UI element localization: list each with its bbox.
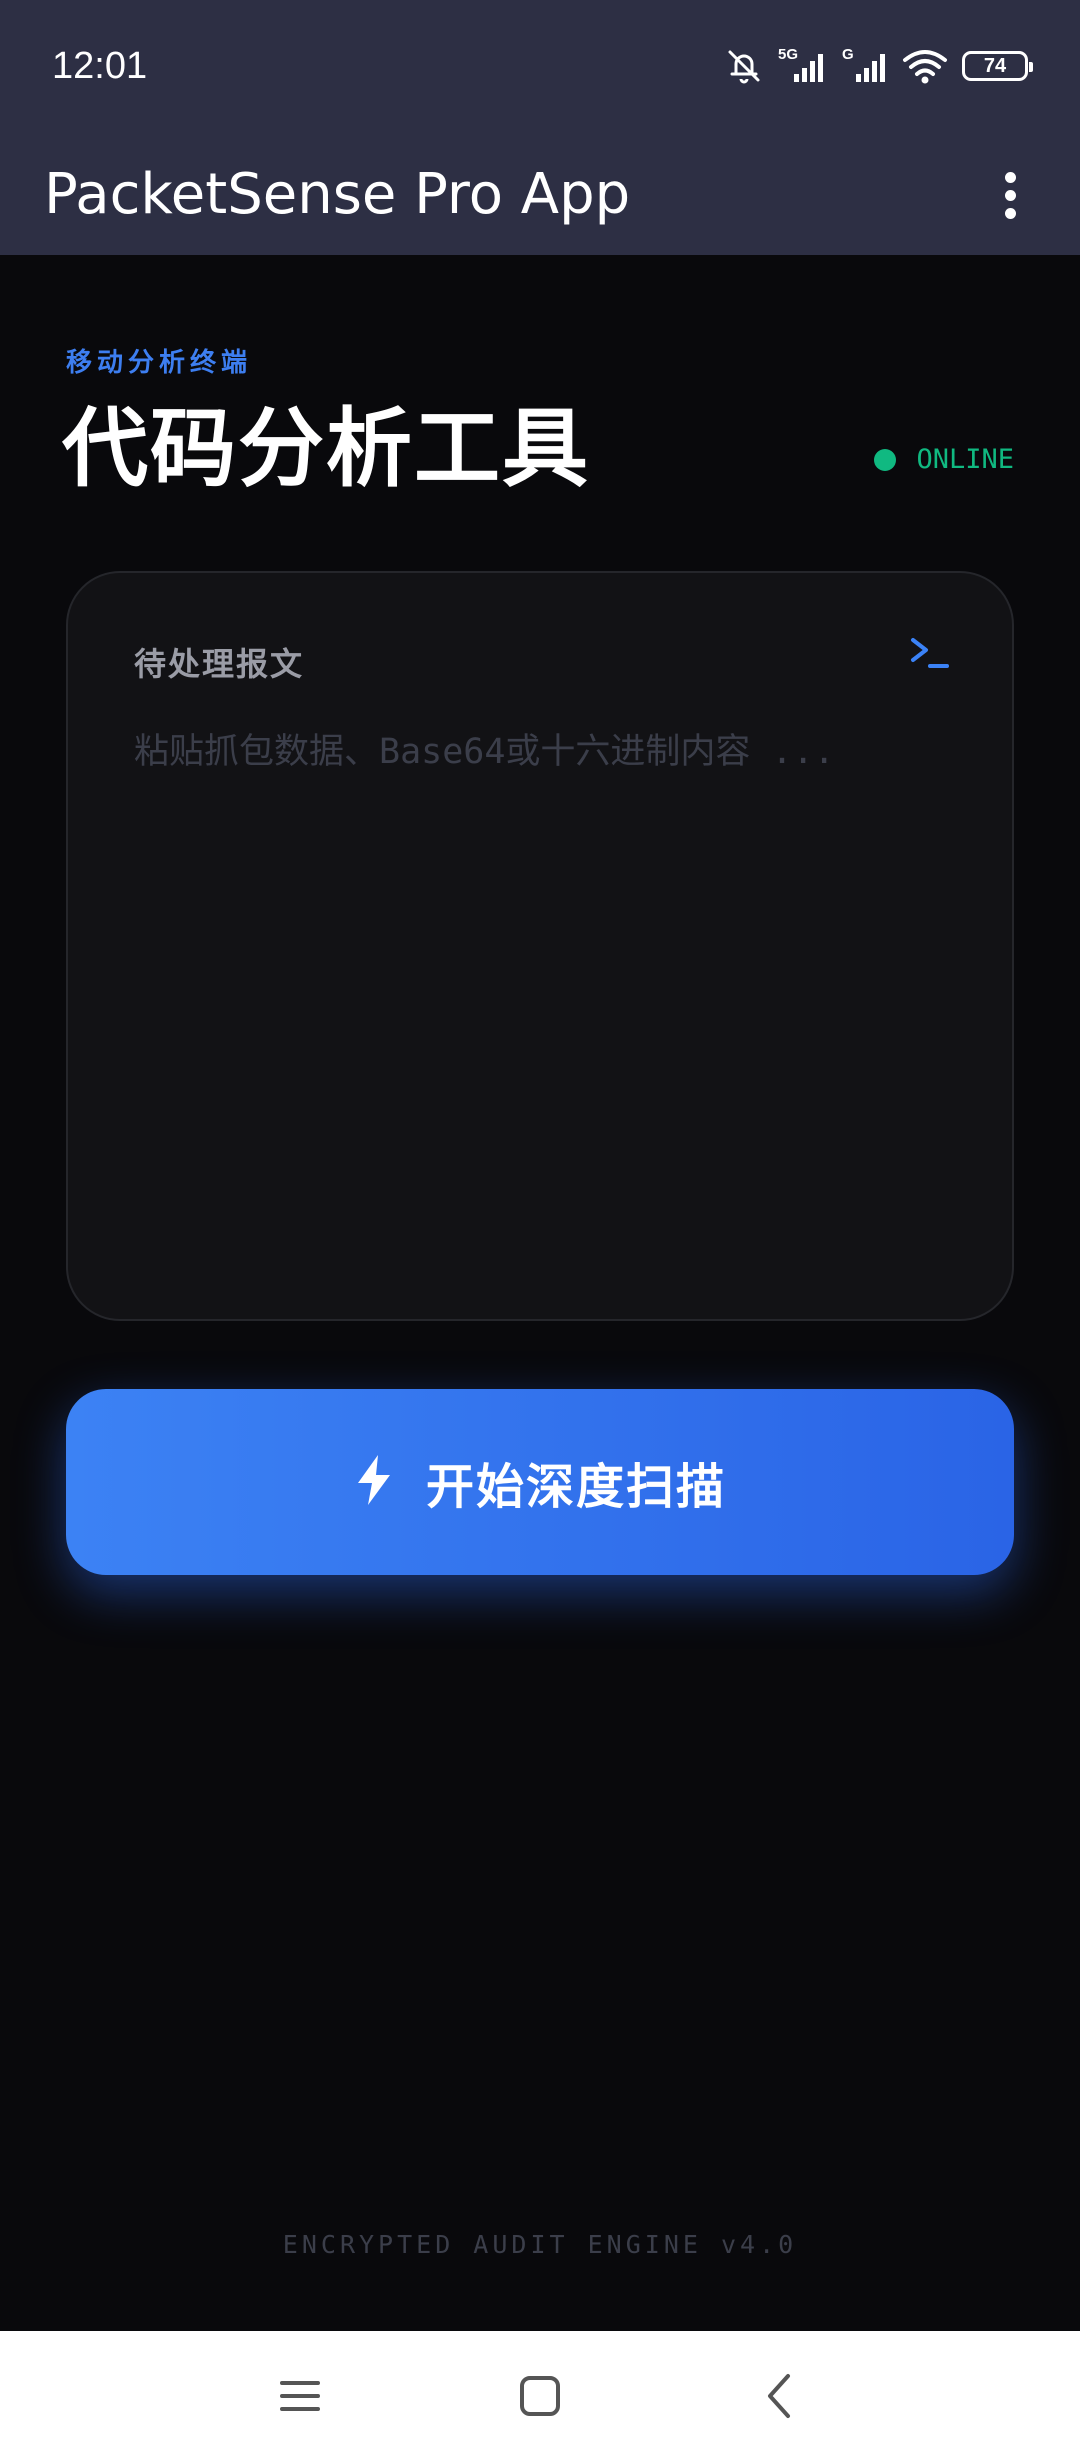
input-card: 待处理报文 (66, 571, 1014, 1321)
packet-input[interactable] (134, 723, 950, 1263)
input-card-label: 待处理报文 (134, 645, 305, 683)
back-icon[interactable] (740, 2361, 820, 2431)
app-bar: PacketSense Pro App (0, 135, 1080, 255)
app-title: PacketSense Pro App (44, 162, 631, 227)
home-icon[interactable] (500, 2361, 580, 2431)
bolt-icon (354, 1453, 394, 1511)
signal-g-icon: G (840, 46, 888, 86)
terminal-icon (910, 635, 950, 675)
page-subtitle: 移动分析终端 (66, 348, 253, 378)
page-title: 代码分析工具 (62, 399, 590, 499)
status-bar: 12:01 5G G 74 (0, 0, 1080, 135)
signal-5g-icon: 5G (778, 46, 826, 86)
status-indicator: ONLINE (874, 444, 1014, 475)
mute-icon (724, 46, 764, 86)
more-vert-icon[interactable] (970, 155, 1050, 235)
wifi-icon (902, 46, 948, 86)
status-text: ONLINE (916, 444, 1014, 475)
system-nav-bar (0, 2331, 1080, 2460)
start-scan-label: 开始深度扫描 (425, 1459, 726, 1515)
battery-icon: 74 (962, 51, 1033, 81)
status-dot (874, 448, 897, 471)
status-time: 12:01 (52, 45, 148, 87)
battery-level: 74 (983, 54, 1007, 77)
start-scan-button[interactable]: 开始深度扫描 (66, 1389, 1014, 1575)
menu-icon[interactable] (260, 2361, 340, 2431)
status-icons: 5G G 74 (724, 44, 1033, 88)
footer-text: ENCRYPTED AUDIT ENGINE v4.0 (282, 2230, 798, 2259)
